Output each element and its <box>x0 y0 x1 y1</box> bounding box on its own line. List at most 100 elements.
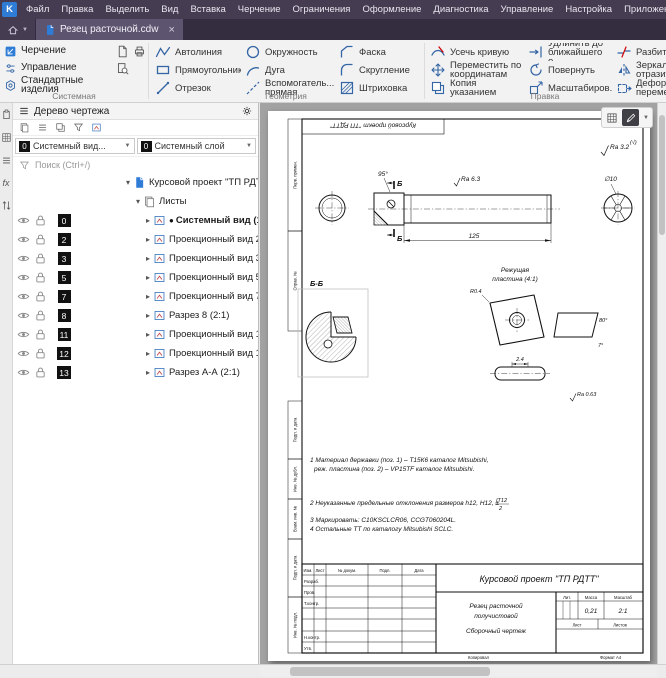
btn-split[interactable]: Разбить <box>614 43 666 61</box>
tab-close-icon[interactable]: × <box>168 24 174 36</box>
lock-icon[interactable] <box>32 252 49 265</box>
vertical-scrollbar[interactable] <box>657 103 666 664</box>
menu-management[interactable]: Управление <box>495 2 560 17</box>
expand-arrow[interactable]: ▸ <box>143 273 153 282</box>
insert-view[interactable]: Режущая пластина (4:1) R0.4 80° 7° <box>470 267 608 401</box>
fx-panel-icon[interactable]: fx <box>2 178 9 188</box>
print-button[interactable] <box>131 43 147 59</box>
lock-icon[interactable] <box>32 290 49 303</box>
menu-edit[interactable]: Правка <box>55 2 99 17</box>
btn-rectangle[interactable]: Прямоугольник <box>153 61 241 79</box>
toolbar-chevron[interactable]: ▼ <box>641 109 651 126</box>
vertical-scrollbar-thumb[interactable] <box>659 115 665 235</box>
btn-chamfer[interactable]: Фаска <box>337 43 421 61</box>
tree-list-icon[interactable] <box>37 122 48 133</box>
gear-icon[interactable] <box>241 105 253 117</box>
chevron-down-icon[interactable]: ▼ <box>246 143 252 149</box>
expand-arrow[interactable]: ▸ <box>143 349 153 358</box>
list-panel-icon[interactable] <box>1 155 12 166</box>
section-view-bb[interactable]: Б-Б <box>298 279 368 377</box>
document-tab[interactable]: Резец расточной.cdw × <box>36 19 183 40</box>
visibility-eye-icon[interactable] <box>15 271 32 284</box>
tree-item-view[interactable]: 12 ▸ Проекционный вид 12 (4 <box>13 344 258 363</box>
btn-move-by-coords[interactable]: Переместить по координатам <box>428 61 524 79</box>
expand-arrow[interactable]: ▸ <box>143 330 153 339</box>
expand-arrow[interactable]: ▸ <box>143 368 153 377</box>
main-view[interactable]: Б Б 95° Ra 6.3 125 <box>368 170 560 243</box>
pencil-tool-button[interactable] <box>622 109 639 126</box>
left-end-view[interactable] <box>315 191 349 225</box>
grid-panel-icon[interactable] <box>1 132 12 143</box>
menu-diagnostics[interactable]: Диагностика <box>427 2 494 17</box>
tree-view-icon[interactable] <box>91 122 102 133</box>
ribbon-tab-drawing[interactable]: Черчение <box>2 43 112 60</box>
steps-panel-icon[interactable] <box>1 200 12 211</box>
lock-icon[interactable] <box>32 309 49 322</box>
grid-toggle-button[interactable] <box>603 109 620 126</box>
lock-icon[interactable] <box>32 328 49 341</box>
new-document-button[interactable] <box>114 43 130 59</box>
horizontal-scrollbar-thumb[interactable] <box>290 667 490 676</box>
tree-item-view[interactable]: 11 ▸ Проекционный вид 11 (4 <box>13 325 258 344</box>
tree-copy-icon[interactable] <box>55 122 66 133</box>
menu-design[interactable]: Оформление <box>356 2 427 17</box>
lock-icon[interactable] <box>32 347 49 360</box>
drawing-sheet[interactable]: Перв. примен. Справ. № Подп. и дата Инв.… <box>268 111 650 661</box>
visibility-eye-icon[interactable] <box>15 309 32 322</box>
visibility-eye-icon[interactable] <box>15 252 32 265</box>
horizontal-scrollbar[interactable] <box>260 666 657 677</box>
tree-item-view[interactable]: 13 ▸ Разрез А-А (2:1) <box>13 363 258 382</box>
tree-item-root[interactable]: ▾ Курсовой проект "ТП РДТ <box>13 173 258 192</box>
visibility-eye-icon[interactable] <box>15 328 32 341</box>
tree-item-view[interactable]: 5 ▸ Проекционный вид 5 (2: <box>13 268 258 287</box>
menu-insert[interactable]: Вставка <box>184 2 231 17</box>
menu-select[interactable]: Выделить <box>99 2 155 17</box>
tree-item-view[interactable]: 3 ▸ Проекционный вид 3 (2:1 <box>13 249 258 268</box>
btn-extend[interactable]: Удлинить до ближайшего о... <box>526 43 612 61</box>
print-preview-button[interactable] <box>114 60 130 76</box>
menu-constraints[interactable]: Ограничения <box>287 2 357 17</box>
chevron-down-icon[interactable]: ▼ <box>125 143 131 149</box>
lock-icon[interactable] <box>32 214 49 227</box>
expand-arrow[interactable]: ▸ <box>143 292 153 301</box>
lock-icon[interactable] <box>32 271 49 284</box>
expand-arrow[interactable]: ▸ <box>143 311 153 320</box>
visibility-eye-icon[interactable] <box>15 366 32 379</box>
visibility-eye-icon[interactable] <box>15 290 32 303</box>
home-dropdown-icon[interactable]: ▼ <box>22 27 28 33</box>
btn-autoline[interactable]: Автолиния <box>153 43 241 61</box>
app-logo-icon[interactable]: K <box>2 2 17 17</box>
clipboard-panel-icon[interactable] <box>1 109 12 120</box>
visibility-eye-icon[interactable] <box>15 347 32 360</box>
tree-item-view[interactable]: 0 ▸ ● Системный вид (1:1) <box>13 211 258 230</box>
btn-rotate[interactable]: Повернуть <box>526 61 612 79</box>
drawing-canvas[interactable]: Перв. примен. Справ. № Подп. и дата Инв.… <box>260 103 657 664</box>
btn-fillet[interactable]: Скругление <box>337 61 421 79</box>
tree-search[interactable]: Поиск (Ctrl+/) <box>13 157 258 174</box>
btn-circle[interactable]: Окружность <box>243 43 335 61</box>
tree-item-view[interactable]: 7 ▸ Проекционный вид 7 (1: <box>13 287 258 306</box>
expand-arrow[interactable]: ▸ <box>143 216 153 225</box>
right-end-view[interactable]: ∅10 <box>601 176 635 225</box>
menu-file[interactable]: Файл <box>20 2 55 17</box>
expand-arrow[interactable]: ▸ <box>143 254 153 263</box>
tree-item-view[interactable]: 2 ▸ Проекционный вид 2 ( <box>13 230 258 249</box>
visibility-eye-icon[interactable] <box>15 214 32 227</box>
lock-icon[interactable] <box>32 233 49 246</box>
tree-item-view[interactable]: 8 ▸ Разрез 8 (2:1) <box>13 306 258 325</box>
menu-view[interactable]: Вид <box>155 2 184 17</box>
expand-arrow[interactable]: ▸ <box>143 235 153 244</box>
tree-item-sheets[interactable]: ▾ Листы <box>13 192 258 211</box>
btn-arc[interactable]: Дуга <box>243 61 335 79</box>
menu-settings[interactable]: Настройка <box>559 2 618 17</box>
expand-arrow[interactable]: ▾ <box>123 178 133 187</box>
visibility-eye-icon[interactable] <box>15 233 32 246</box>
lock-icon[interactable] <box>32 366 49 379</box>
view-filter-combo[interactable]: 0 Системный вид... ▼ <box>15 138 135 154</box>
btn-trim-curve[interactable]: Усечь кривую <box>428 43 524 61</box>
menu-applications[interactable]: Приложения <box>618 2 666 17</box>
btn-mirror[interactable]: Зеркально отразить <box>614 61 666 79</box>
tree-filter-icon[interactable] <box>73 122 84 133</box>
home-button[interactable]: ▼ <box>0 19 35 40</box>
menu-drawing[interactable]: Черчение <box>232 2 287 17</box>
